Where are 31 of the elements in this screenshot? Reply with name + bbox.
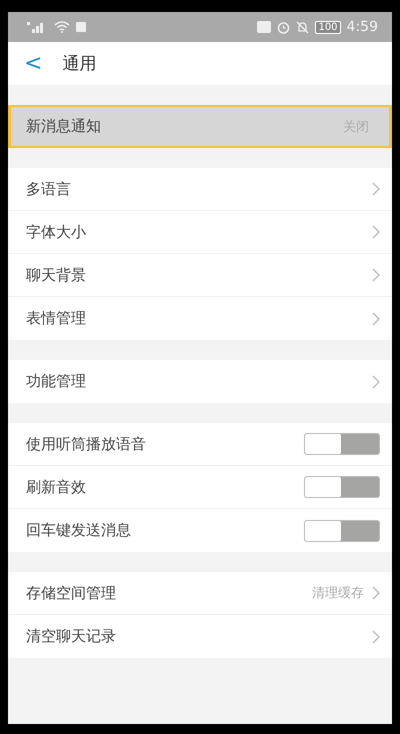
row-label: 多语言 bbox=[26, 180, 72, 198]
row-label: 存储空间管理 bbox=[26, 584, 117, 602]
row-label: 表情管理 bbox=[26, 309, 87, 328]
chevron-icon bbox=[372, 630, 380, 644]
toggle-switch[interactable] bbox=[304, 433, 380, 455]
toggle-switch[interactable] bbox=[304, 520, 380, 542]
chevron-icon bbox=[372, 182, 380, 196]
chevron-icon bbox=[372, 312, 380, 326]
row-label: 功能管理 bbox=[26, 372, 87, 391]
bell-off-icon bbox=[296, 20, 310, 34]
page-title: 通用 bbox=[62, 53, 96, 75]
clock-time: 4:59 bbox=[346, 19, 378, 35]
row-label: 字体大小 bbox=[26, 222, 87, 242]
hd-icon bbox=[257, 21, 272, 33]
chevron-icon bbox=[372, 268, 380, 282]
row-label: 新消息通知 bbox=[26, 117, 102, 136]
battery-icon: 100 bbox=[315, 20, 341, 34]
row-label: 刷新音效 bbox=[26, 478, 87, 496]
row-label: 清空聊天记录 bbox=[26, 627, 117, 646]
square-icon bbox=[76, 22, 86, 32]
row-label: 使用听筒播放语音 bbox=[26, 434, 147, 454]
chevron-icon bbox=[372, 374, 380, 388]
chevron-icon bbox=[372, 586, 380, 600]
back-button[interactable]: < bbox=[24, 52, 42, 74]
row-value: 清理缓存 bbox=[312, 585, 364, 602]
chevron-icon bbox=[372, 225, 380, 239]
alarm-icon bbox=[277, 20, 290, 34]
toggle-switch[interactable] bbox=[304, 476, 380, 498]
wifi-icon bbox=[54, 21, 70, 33]
row-label: 回车键发送消息 bbox=[26, 521, 132, 540]
row-label: 聊天背景 bbox=[26, 266, 87, 284]
